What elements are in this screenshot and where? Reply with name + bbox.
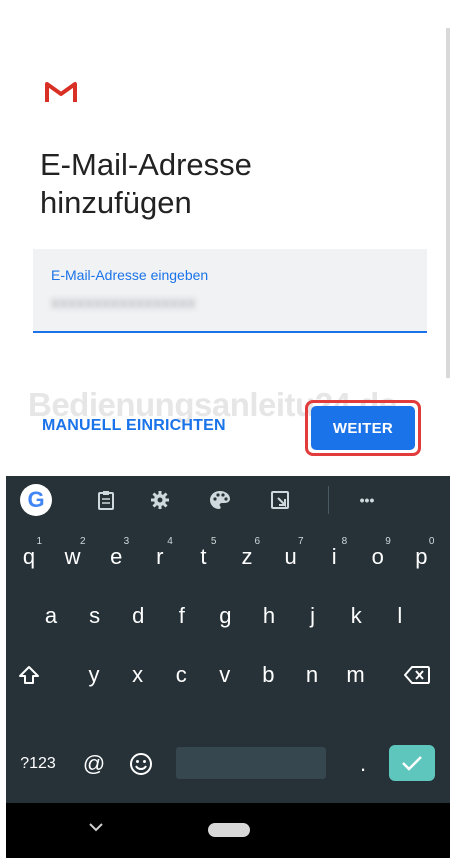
key-b[interactable]: b [247, 650, 289, 700]
one-hand-icon[interactable] [264, 484, 296, 516]
key-hint-2: 2 [80, 536, 86, 547]
email-field[interactable]: E-Mail-Adresse eingeben xxxxxxxxxxxxxxxx… [33, 249, 427, 333]
emoji-icon [130, 753, 152, 775]
key-z[interactable]: z6 [226, 532, 268, 582]
google-g-label: G [20, 484, 52, 516]
backspace-icon [404, 666, 430, 684]
key-hint-0: 0 [428, 536, 435, 547]
key-h[interactable]: h [248, 591, 290, 641]
on-screen-keyboard: G ••• q1w2e3r4t5z6u7i8o9p0 asdfghjkl yxc… [6, 476, 450, 803]
home-pill[interactable] [208, 823, 250, 837]
google-g-icon[interactable]: G [20, 484, 52, 516]
key-s[interactable]: s [74, 591, 116, 641]
key-w[interactable]: w2 [52, 532, 94, 582]
key-n[interactable]: n [291, 650, 333, 700]
scroll-edge [446, 28, 450, 378]
clipboard-icon[interactable] [90, 484, 122, 516]
key-k[interactable]: k [335, 591, 377, 641]
symbols-key[interactable]: ?123 [10, 739, 66, 789]
emoji-key[interactable] [120, 739, 162, 789]
keyboard-toolbar: G ••• [6, 476, 450, 524]
key-hint-4: 4 [167, 536, 173, 547]
next-button[interactable]: WEITER [311, 406, 415, 450]
enter-key[interactable] [389, 745, 435, 781]
key-g[interactable]: g [204, 591, 246, 641]
key-e[interactable]: e3 [95, 532, 137, 582]
key-p[interactable]: p0 [400, 532, 442, 582]
toolbar-divider [328, 486, 329, 514]
key-y[interactable]: y [73, 650, 115, 700]
key-j[interactable]: j [292, 591, 334, 641]
key-hint-7: 7 [298, 536, 304, 547]
key-l[interactable]: l [379, 591, 421, 641]
key-i[interactable]: i8 [313, 532, 355, 582]
email-field-label: E-Mail-Adresse eingeben [51, 267, 209, 283]
key-x[interactable]: x [117, 650, 159, 700]
at-key[interactable]: @ [76, 739, 112, 789]
page-title: E-Mail-Adresse hinzufügen [40, 147, 252, 220]
period-key[interactable]: . [348, 739, 378, 789]
key-hint-3: 3 [123, 536, 130, 547]
manual-setup-button[interactable]: MANUELL EINRICHTEN [42, 417, 226, 435]
key-hint-8: 8 [341, 536, 348, 547]
check-icon [402, 756, 422, 771]
key-o[interactable]: o9 [357, 532, 399, 582]
key-m[interactable]: m [335, 650, 377, 700]
key-u[interactable]: u7 [270, 532, 312, 582]
key-c[interactable]: c [160, 650, 202, 700]
email-field-value[interactable]: xxxxxxxxxxxxxxxxx [51, 293, 196, 313]
key-hint-6: 6 [254, 536, 260, 547]
space-bar[interactable] [176, 747, 326, 779]
key-a[interactable]: a [30, 591, 72, 641]
key-v[interactable]: v [204, 650, 246, 700]
key-hint-1: 1 [36, 536, 42, 547]
key-q[interactable]: q1 [8, 532, 50, 582]
palette-icon[interactable] [204, 484, 236, 516]
backspace-key[interactable] [394, 650, 440, 700]
more-icon[interactable]: ••• [351, 484, 383, 516]
key-f[interactable]: f [161, 591, 203, 641]
key-hint-9: 9 [385, 536, 391, 547]
key-hint-5: 5 [210, 536, 217, 547]
shift-key[interactable] [8, 650, 50, 700]
shift-icon [19, 666, 39, 684]
navigation-bar [6, 803, 450, 858]
chevron-down-icon[interactable] [88, 821, 104, 833]
key-d[interactable]: d [117, 591, 159, 641]
gear-icon[interactable] [144, 484, 176, 516]
key-r[interactable]: r4 [139, 532, 181, 582]
key-t[interactable]: t5 [182, 532, 224, 582]
gmail-m-icon [45, 82, 77, 102]
